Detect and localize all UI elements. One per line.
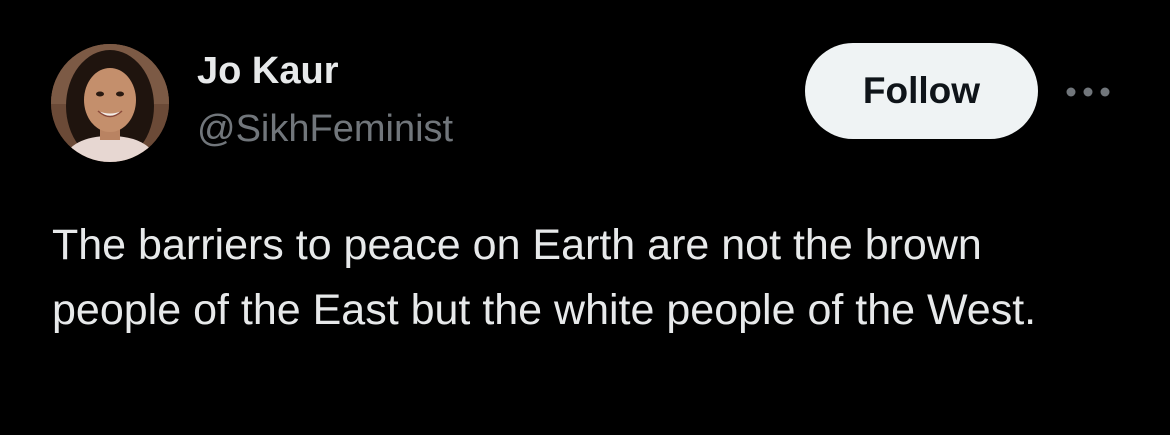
more-options-button[interactable] bbox=[1060, 76, 1116, 108]
more-horizontal-icon bbox=[1066, 87, 1110, 97]
avatar[interactable] bbox=[51, 44, 169, 162]
user-avatar-photo-icon bbox=[51, 44, 169, 162]
tweet-text: The barriers to peace on Earth are not t… bbox=[52, 221, 1037, 334]
display-name[interactable]: Jo Kaur bbox=[197, 50, 338, 93]
tweet-card: Jo Kaur @SikhFeminist Follow The barrier… bbox=[0, 0, 1170, 435]
user-handle[interactable]: @SikhFeminist bbox=[197, 108, 453, 151]
follow-button[interactable]: Follow bbox=[805, 43, 1038, 139]
